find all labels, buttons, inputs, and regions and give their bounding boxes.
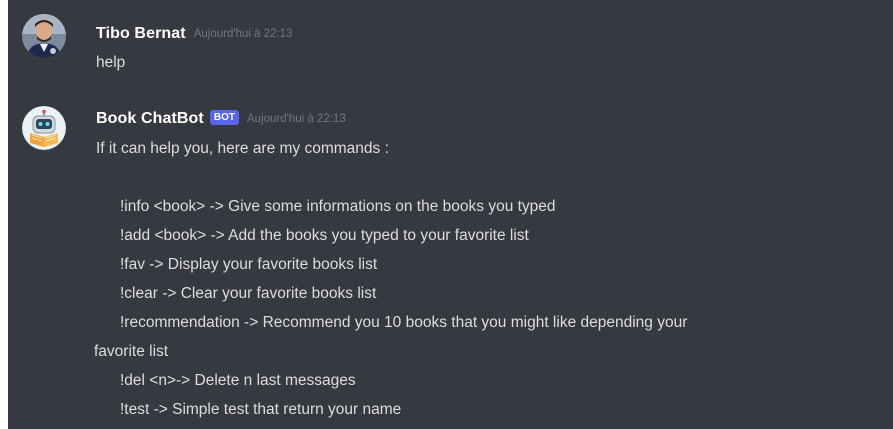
robot-reading-book-icon (22, 106, 66, 150)
command-line: !info <book> -> Give some informations o… (120, 198, 556, 215)
command-line: !test -> Simple test that return your na… (120, 401, 402, 418)
message-user: Tibo Bernat Aujourd'hui à 22:13 help (8, 0, 893, 90)
message-bot: Book ChatBot BOT Aujourd'hui à 22:13 If … (8, 90, 893, 429)
timestamp[interactable]: Aujourd'hui à 22:13 (247, 113, 346, 125)
command-line-wrap: favorite list (94, 343, 169, 360)
message-content: help (96, 48, 853, 77)
timestamp[interactable]: Aujourd'hui à 22:13 (194, 28, 293, 40)
command-line: !fav -> Display your favorite books list (120, 256, 378, 273)
message-content: If it can help you, here are my commands… (94, 134, 853, 424)
command-line: !recommendation -> Recommend you 10 book… (120, 314, 688, 331)
message-header: Tibo Bernat Aujourd'hui à 22:13 (96, 23, 292, 45)
username[interactable]: Tibo Bernat (96, 25, 186, 43)
command-line: !del <n>-> Delete n last messages (120, 372, 356, 389)
chat-message-list: Tibo Bernat Aujourd'hui à 22:13 help Boo… (8, 0, 893, 429)
avatar[interactable] (22, 14, 66, 58)
message-intro: If it can help you, here are my commands… (96, 140, 389, 157)
user-avatar-icon (22, 14, 66, 58)
bot-badge: BOT (209, 109, 239, 125)
username[interactable]: Book ChatBot (96, 110, 204, 128)
command-line: !add <book> -> Add the books you typed t… (120, 227, 529, 244)
message-header: Book ChatBot BOT Aujourd'hui à 22:13 (96, 108, 346, 130)
message-text: help (96, 54, 126, 71)
command-line: !clear -> Clear your favorite books list (120, 285, 377, 302)
bot-avatar[interactable] (22, 106, 66, 150)
